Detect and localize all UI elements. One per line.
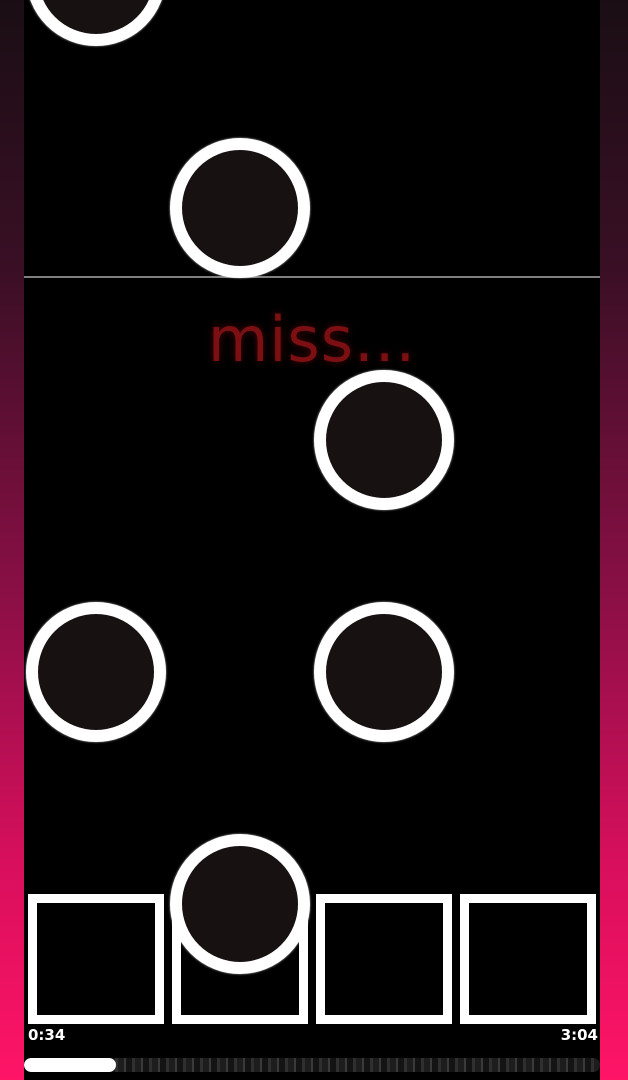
note (314, 370, 454, 510)
lane-key-1[interactable] (28, 894, 164, 1024)
song-progress-bar[interactable] (24, 1058, 600, 1072)
song-progress-fill (24, 1058, 117, 1072)
time-total: 3:04 (560, 1026, 598, 1044)
judgment-text: miss... (207, 303, 417, 376)
note (170, 834, 310, 974)
note (26, 0, 166, 46)
time-elapsed: 0:34 (28, 1026, 66, 1044)
lane-key-3[interactable] (316, 894, 452, 1024)
note (170, 138, 310, 278)
playfield: miss... 0:34 3:04 (24, 0, 600, 1080)
lane-key-4[interactable] (460, 894, 596, 1024)
judgment-line (24, 276, 600, 278)
note (314, 602, 454, 742)
game-screen: miss... 0:34 3:04 (0, 0, 628, 1080)
note (26, 602, 166, 742)
